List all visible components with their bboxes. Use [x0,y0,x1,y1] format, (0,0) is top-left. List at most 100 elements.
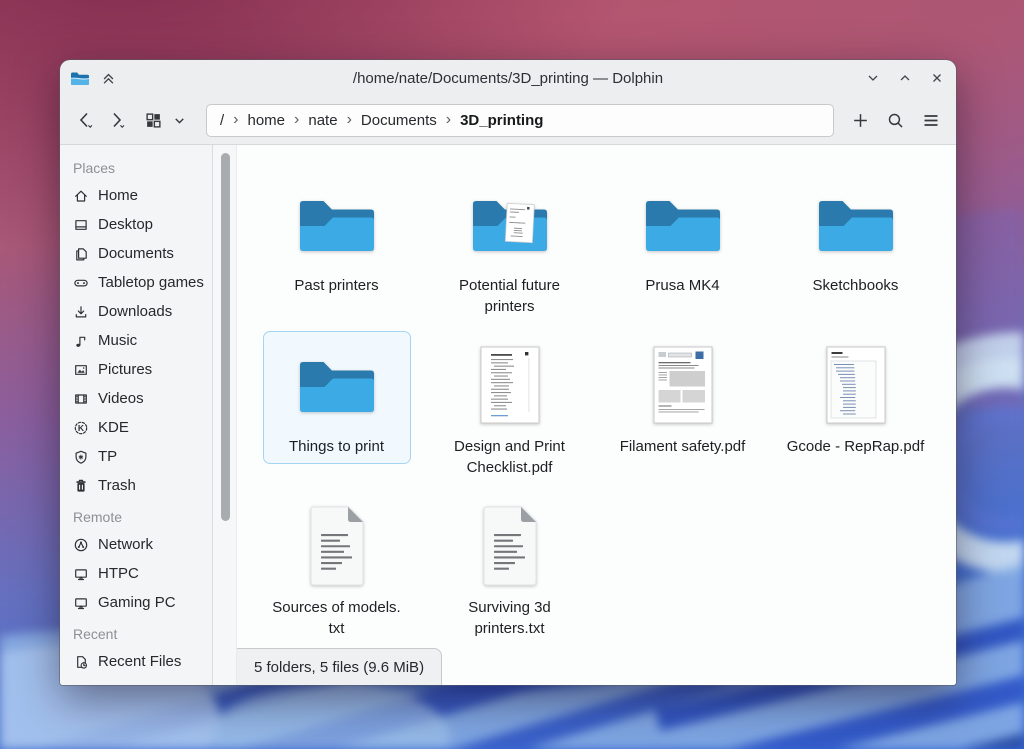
sidebar-item-label: Documents [98,245,174,262]
titlebar[interactable]: /home/nate/Documents/3D_printing — Dolph… [60,60,956,96]
breadcrumb-segment-3d-printing[interactable]: 3D_printing [460,112,543,129]
file-item-design-and-print-checklist-pdf[interactable]: Design and PrintChecklist.pdf [423,331,596,485]
file-item-potential-future-printers[interactable]: Potential futureprinters [423,170,596,324]
sidebar-section-remote: Remote [60,500,212,530]
breadcrumb-segment-home[interactable]: home [248,112,286,129]
file-item-label: Sources of models.txt [272,597,400,639]
file-item-past-printers[interactable]: Past printers [250,170,423,324]
places-panel: PlacesHomeDesktopDocumentsTabletop games… [60,145,212,685]
hamburger-menu-icon[interactable] [918,107,944,134]
recent-file-icon [73,654,89,670]
sidebar-item-trash[interactable]: Trash [60,471,212,500]
chevron-down-icon[interactable] [169,109,190,132]
sidebar-item-tabletop-games[interactable]: Tabletop games [60,268,212,297]
sidebar-item-downloads[interactable]: Downloads [60,297,212,326]
sidebar-item-label: Trash [98,477,136,494]
network-icon [73,537,89,553]
sidebar-item-pictures[interactable]: Pictures [60,355,212,384]
sidebar-item-documents[interactable]: Documents [60,239,212,268]
svg-text:✱: ✱ [78,454,83,461]
file-item-inner: Sketchbooks [782,170,930,303]
sidebar-section-recent: Recent [60,617,212,647]
file-grid: Past printers Potential futureprinters P… [250,170,942,653]
file-item-label: Gcode - RepRap.pdf [787,436,925,457]
file-item-inner: Design and PrintChecklist.pdf [436,331,584,485]
music-note-icon [73,333,89,349]
file-item-prusa-mk4[interactable]: Prusa MK4 [596,170,769,324]
file-grid-row: Sources of models.txt Surviving 3dprinte… [250,492,942,653]
breadcrumb-segment-nate[interactable]: nate [308,112,337,129]
sidebar-item-videos[interactable]: Videos [60,384,212,413]
file-item-filament-safety-pdf[interactable]: Filament safety.pdf [596,331,769,485]
sidebar-item-gaming-pc[interactable]: Gaming PC [60,588,212,617]
sidebar-item-label: Music [98,332,137,349]
file-item-surviving-3d-printers-txt[interactable]: Surviving 3dprinters.txt [423,492,596,646]
file-grid-row: Things to print Design and PrintChecklist… [250,331,942,492]
sidebar-item-label: Tabletop games [98,274,204,291]
sidebar-item-home[interactable]: Home [60,181,212,210]
sidebar-item-kde[interactable]: KKDE [60,413,212,442]
sidebar-item-label: Gaming PC [98,594,176,611]
breadcrumb-separator: › [294,112,299,128]
pdf-preview-icon [478,339,542,431]
breadcrumb: /›home›nate›Documents›3D_printing [206,104,834,137]
sidebar-item-label: HTPC [98,565,139,582]
file-item-things-to-print[interactable]: Things to print [250,331,423,485]
sidebar-item-label: KDE [98,419,129,436]
close-button[interactable] [928,69,946,87]
forward-icon[interactable] [103,106,130,135]
sidebar-item-label: TP [98,448,117,465]
file-item-label: Potential futureprinters [459,275,560,317]
monitor-icon [73,566,89,582]
sidebar-item-label: Downloads [98,303,172,320]
desktop-icon [73,217,89,233]
file-item-label: Filament safety.pdf [620,436,746,457]
sidebar-item-recent-files[interactable]: Recent Files [60,647,212,676]
monitor-icon [73,595,89,611]
file-item-sketchbooks[interactable]: Sketchbooks [769,170,942,324]
sidebar-item-network[interactable]: Network [60,530,212,559]
sidebar-item-label: Network [98,536,153,553]
folder-icon [295,178,379,270]
folder-view[interactable]: Past printers Potential futureprinters P… [237,145,956,685]
maximize-button[interactable] [896,69,914,87]
status-text: 5 folders, 5 files (9.6 MiB) [254,659,424,676]
file-grid-row: Past printers Potential futureprinters P… [250,170,942,331]
trash-icon [73,478,89,494]
scrollbar-thumb[interactable] [221,153,230,521]
picture-icon [73,362,89,378]
file-item-label: Design and PrintChecklist.pdf [454,436,565,478]
places-scrollbar [212,145,237,685]
file-item-inner: Gcode - RepRap.pdf [782,331,930,464]
sidebar-item-tp[interactable]: ✱ TP [60,442,212,471]
desktop: { "window": { "title": "/home/nate/Docum… [0,0,1024,749]
breadcrumb-segment-documents[interactable]: Documents [361,112,437,129]
file-item-inner: Prusa MK4 [609,170,757,303]
sidebar-item-htpc[interactable]: HTPC [60,559,212,588]
view-mode-grid-icon[interactable] [142,108,165,133]
breadcrumb-segment-root[interactable]: / [220,112,224,129]
double-chevron-up-icon[interactable] [99,69,117,87]
shield-icon: ✱ [73,449,89,465]
file-item-gcode-reprap-pdf[interactable]: Gcode - RepRap.pdf [769,331,942,485]
text-file-icon [477,500,543,592]
back-icon[interactable] [72,106,99,135]
file-item-label: Sketchbooks [813,275,899,296]
breadcrumb-separator: › [347,112,352,128]
sidebar-item-desktop[interactable]: Desktop [60,210,212,239]
file-item-inner: Past printers [263,170,411,303]
home-icon [73,188,89,204]
file-item-label: Surviving 3dprinters.txt [468,597,551,639]
file-item-inner: Sources of models.txt [263,492,411,646]
sidebar-item-label: Recent Files [98,653,181,670]
pdf-preview-icon [651,339,715,431]
gamepad-icon [73,275,89,291]
window-title: /home/nate/Documents/3D_printing — Dolph… [60,70,956,87]
sidebar-item-music[interactable]: Music [60,326,212,355]
file-item-sources-of-models-txt[interactable]: Sources of models.txt [250,492,423,646]
search-icon[interactable] [883,107,908,134]
split-add-icon[interactable] [848,107,873,134]
dolphin-window: /home/nate/Documents/3D_printing — Dolph… [60,60,956,685]
file-item-inner: Things to print [263,331,411,464]
minimize-button[interactable] [864,69,882,87]
